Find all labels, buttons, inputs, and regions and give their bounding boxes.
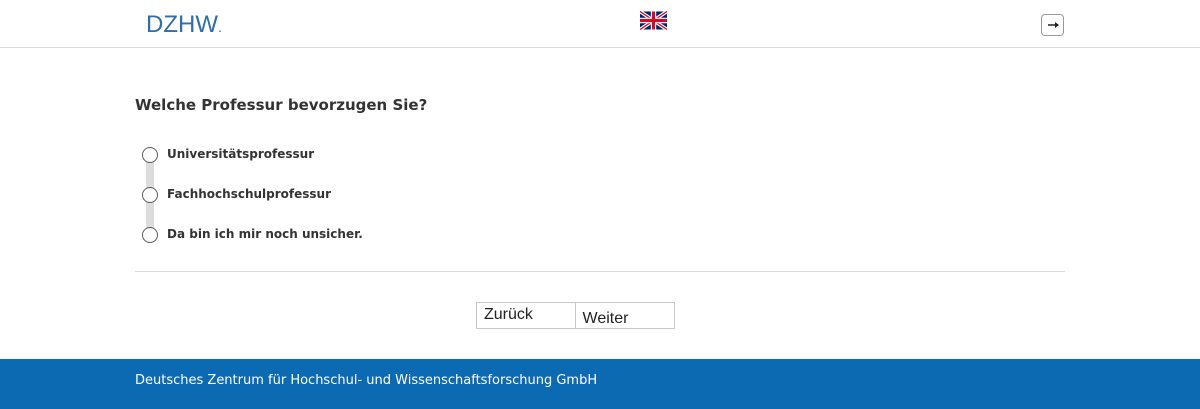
option-label: Universitätsprofessur: [167, 147, 315, 161]
radio-button[interactable]: [142, 147, 158, 163]
question-text: Welche Professur bevorzugen Sie?: [135, 96, 428, 114]
navigation-buttons: Zurück Weiter: [476, 302, 675, 329]
option-universitaetsprofessur[interactable]: Universitätsprofessur: [142, 144, 542, 166]
radio-button[interactable]: [142, 187, 158, 203]
option-fachhochschulprofessur[interactable]: Fachhochschulprofessur: [142, 184, 542, 206]
next-button[interactable]: Weiter: [575, 303, 674, 328]
header: DZHW.: [0, 0, 1200, 48]
option-unsicher[interactable]: Da bin ich mir noch unsicher.: [142, 224, 542, 246]
exit-icon: [1048, 22, 1059, 28]
logo-dot: .: [217, 19, 222, 35]
divider: [135, 271, 1065, 272]
option-label: Da bin ich mir noch unsicher.: [167, 227, 363, 241]
radio-button[interactable]: [142, 227, 158, 243]
logo-text: DZHW: [146, 11, 218, 38]
footer: Deutsches Zentrum für Hochschul- und Wis…: [0, 359, 1200, 409]
footer-text: Deutsches Zentrum für Hochschul- und Wis…: [135, 373, 598, 388]
uk-flag-icon[interactable]: [640, 11, 667, 30]
dzhw-logo[interactable]: DZHW.: [146, 11, 222, 41]
exit-button[interactable]: [1041, 14, 1064, 36]
back-button[interactable]: Zurück: [477, 303, 576, 328]
option-label: Fachhochschulprofessur: [167, 187, 332, 201]
